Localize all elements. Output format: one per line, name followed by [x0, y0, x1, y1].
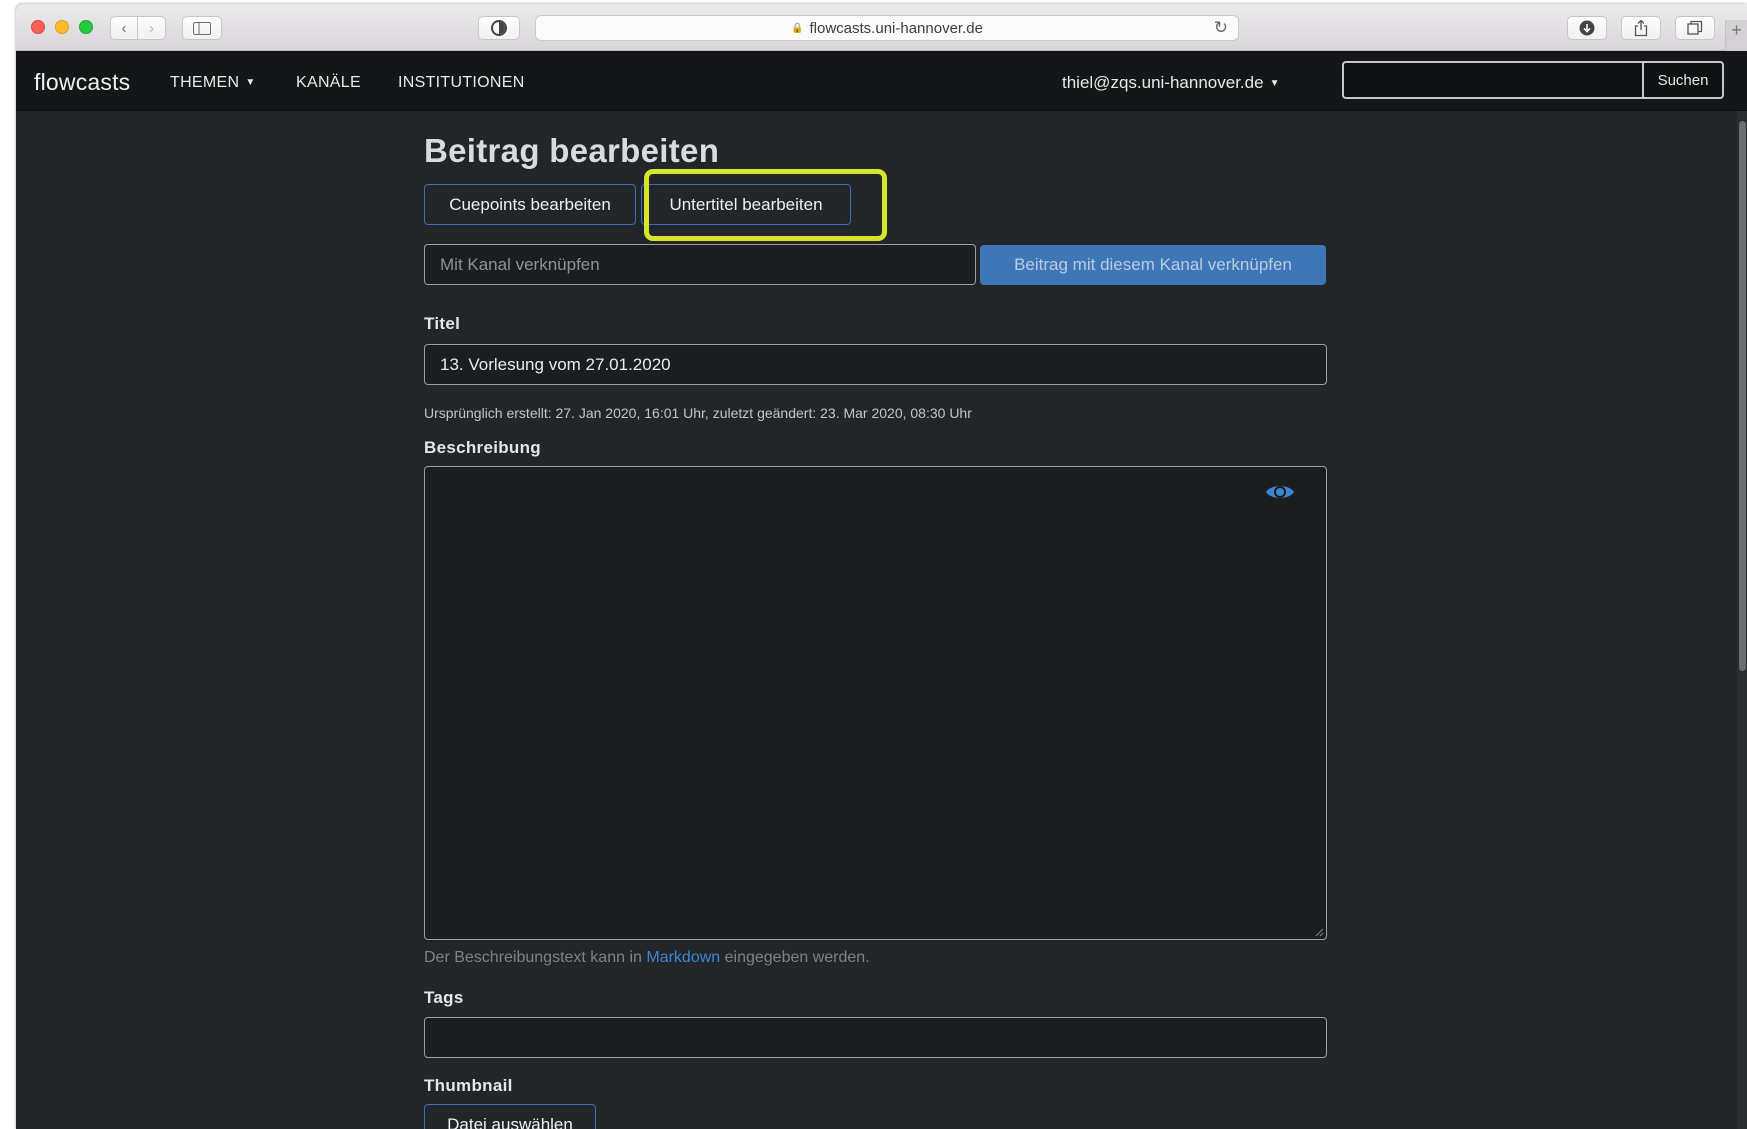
- site-navbar: flowcasts THEMEN ▼ KANÄLE INSTITUTIONEN t…: [16, 51, 1747, 111]
- link-channel-button[interactable]: Beitrag mit diesem Kanal verknüpfen: [980, 245, 1326, 285]
- share-icon: [1634, 19, 1648, 37]
- nav-item-label: THEMEN: [170, 74, 240, 91]
- chevron-right-icon: ›: [149, 19, 154, 37]
- description-label: Beschreibung: [424, 438, 541, 457]
- tabs-icon: [1687, 20, 1703, 35]
- markdown-link[interactable]: Markdown: [646, 949, 720, 966]
- search-input[interactable]: [1342, 61, 1642, 99]
- cuepoints-edit-button[interactable]: Cuepoints bearbeiten: [424, 184, 636, 225]
- nav-item-institutionen[interactable]: INSTITUTIONEN: [398, 74, 525, 92]
- zoom-window-button[interactable]: [79, 20, 93, 34]
- tags-input[interactable]: [424, 1017, 1327, 1058]
- markdown-help-text: Der Beschreibungstext kann in Markdown e…: [424, 949, 870, 967]
- browser-toolbar: ‹ › 🔒 flowcasts.uni-hannover.de ↻ +: [16, 4, 1747, 51]
- nav-item-kanaele[interactable]: KANÄLE: [296, 74, 361, 92]
- sidebar-icon: [193, 21, 211, 35]
- eye-icon[interactable]: [1265, 482, 1295, 502]
- nav-item-themen[interactable]: THEMEN ▼: [170, 74, 256, 92]
- back-button[interactable]: ‹: [110, 16, 138, 40]
- forward-button[interactable]: ›: [138, 16, 166, 40]
- share-button[interactable]: [1621, 16, 1661, 40]
- privacy-report-button[interactable]: [478, 16, 520, 40]
- sidebar-toggle-button[interactable]: [182, 16, 222, 40]
- channel-link-input[interactable]: Mit Kanal verknüpfen: [424, 244, 976, 285]
- lock-icon: 🔒: [791, 22, 804, 34]
- brand-logo[interactable]: flowcasts: [34, 69, 130, 96]
- reload-icon[interactable]: ↻: [1214, 18, 1228, 38]
- title-input[interactable]: 13. Vorlesung vom 27.01.2020: [424, 344, 1327, 385]
- channel-link-placeholder: Mit Kanal verknüpfen: [440, 254, 600, 274]
- description-textarea[interactable]: [424, 466, 1327, 940]
- address-bar[interactable]: 🔒 flowcasts.uni-hannover.de ↻: [535, 15, 1239, 41]
- thumbnail-label: Thumbnail: [424, 1076, 513, 1095]
- page-scrollbar[interactable]: [1737, 111, 1747, 1129]
- highlight-annotation: [644, 169, 887, 241]
- help-text-before: Der Beschreibungstext kann in: [424, 949, 642, 966]
- close-window-button[interactable]: [31, 20, 45, 34]
- scrollbar-thumb[interactable]: [1739, 121, 1746, 671]
- downloads-button[interactable]: [1567, 16, 1607, 40]
- tabs-overview-button[interactable]: [1675, 16, 1715, 40]
- timestamps-text: Ursprünglich erstellt: 27. Jan 2020, 16:…: [424, 405, 972, 421]
- help-text-after: eingegeben werden.: [724, 949, 870, 966]
- chevron-left-icon: ‹: [121, 19, 127, 37]
- download-icon: [1579, 20, 1595, 36]
- url-text: flowcasts.uni-hannover.de: [809, 19, 983, 37]
- caret-down-icon: ▼: [245, 77, 256, 88]
- resize-grip-icon[interactable]: [1314, 927, 1324, 937]
- search-button[interactable]: Suchen: [1642, 61, 1724, 99]
- title-value: 13. Vorlesung vom 27.01.2020: [440, 354, 671, 374]
- title-label: Titel: [424, 314, 461, 333]
- browser-window: ‹ › 🔒 flowcasts.uni-hannover.de ↻ + flow…: [16, 4, 1747, 1129]
- new-tab-button[interactable]: +: [1725, 20, 1747, 51]
- caret-down-icon: ▼: [1269, 78, 1280, 89]
- plus-icon: +: [1731, 20, 1742, 40]
- minimize-window-button[interactable]: [55, 20, 69, 34]
- user-email: thiel@zqs.uni-hannover.de: [1062, 73, 1264, 92]
- shield-icon: [491, 20, 507, 36]
- tags-label: Tags: [424, 988, 464, 1007]
- page-title: Beitrag bearbeiten: [424, 132, 720, 169]
- user-menu[interactable]: thiel@zqs.uni-hannover.de ▼: [1062, 73, 1279, 93]
- choose-file-button[interactable]: Datei auswählen: [424, 1104, 596, 1129]
